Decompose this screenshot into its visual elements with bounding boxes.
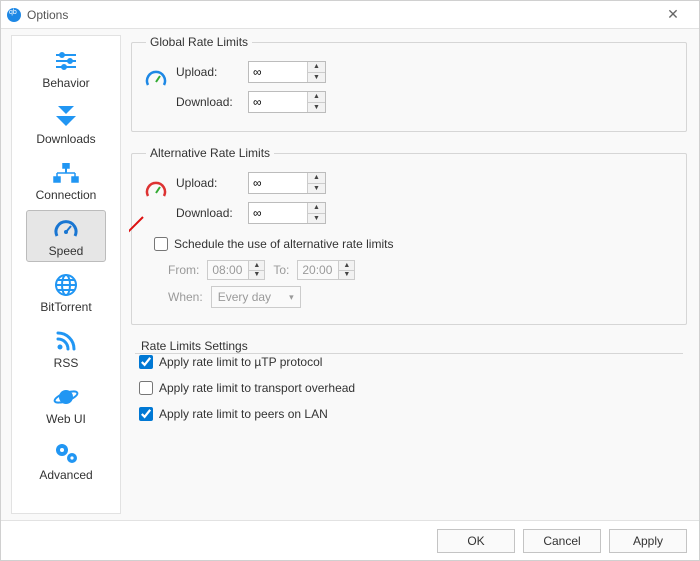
group-alternative-rate-limits: Alternative Rate Limits Upload: ▲▼ <box>131 146 687 325</box>
ok-button[interactable]: OK <box>437 529 515 553</box>
cancel-button[interactable]: Cancel <box>523 529 601 553</box>
close-button[interactable]: ✕ <box>653 6 693 23</box>
gauge-blue-icon <box>144 57 168 101</box>
utp-checkbox[interactable] <box>139 355 153 369</box>
alt-upload-value[interactable] <box>249 173 307 193</box>
spin-down-icon[interactable]: ▼ <box>308 184 325 194</box>
planet-icon <box>53 384 79 410</box>
upload-label: Upload: <box>176 176 248 190</box>
spin-down-icon[interactable]: ▼ <box>308 73 325 83</box>
spin-up-icon[interactable]: ▲ <box>308 173 325 184</box>
schedule-checkbox[interactable] <box>154 237 168 251</box>
body: Behavior Downloads Connection Speed <box>1 29 699 520</box>
to-time-input: ▲▼ <box>297 260 355 280</box>
download-label: Download: <box>176 95 248 109</box>
global-download-input[interactable]: ▲▼ <box>248 91 326 113</box>
overhead-checkbox[interactable] <box>139 381 153 395</box>
apply-button[interactable]: Apply <box>609 529 687 553</box>
sidebar-item-label: Advanced <box>39 468 92 482</box>
spin-up-icon[interactable]: ▲ <box>308 203 325 214</box>
titlebar: Options ✕ <box>1 1 699 29</box>
sidebar-item-label: Web UI <box>46 412 86 426</box>
sidebar-item-label: Speed <box>49 244 84 258</box>
schedule-label: Schedule the use of alternative rate lim… <box>174 237 393 251</box>
lan-checkbox[interactable] <box>139 407 153 421</box>
sidebar-item-advanced[interactable]: Advanced <box>26 434 106 486</box>
sidebar: Behavior Downloads Connection Speed <box>11 35 121 514</box>
sidebar-item-rss[interactable]: RSS <box>26 322 106 374</box>
group-rate-limits-settings: Rate Limits Settings Apply rate limit to… <box>131 339 687 430</box>
options-window: Options ✕ Behavior Downloads Con <box>0 0 700 561</box>
window-title: Options <box>27 8 653 22</box>
sidebar-item-label: BitTorrent <box>40 300 91 314</box>
sliders-icon <box>54 48 78 74</box>
alt-download-input[interactable]: ▲▼ <box>248 202 326 224</box>
download-icon <box>54 104 78 130</box>
gauge-red-icon <box>144 168 168 212</box>
rss-icon <box>55 328 77 354</box>
spin-up-icon: ▲ <box>249 261 264 271</box>
global-download-value[interactable] <box>249 92 307 112</box>
group-legend: Rate Limits Settings <box>137 339 252 353</box>
speedometer-icon <box>54 216 78 242</box>
app-icon <box>7 8 21 22</box>
sidebar-item-behavior[interactable]: Behavior <box>26 42 106 94</box>
lan-label: Apply rate limit to peers on LAN <box>159 407 328 421</box>
overhead-label: Apply rate limit to transport overhead <box>159 381 355 395</box>
group-legend: Alternative Rate Limits <box>146 146 274 160</box>
spin-down-icon: ▼ <box>249 271 264 280</box>
footer: OK Cancel Apply <box>1 520 699 560</box>
alt-upload-input[interactable]: ▲▼ <box>248 172 326 194</box>
sidebar-item-webui[interactable]: Web UI <box>26 378 106 430</box>
to-label: To: <box>273 263 289 277</box>
sidebar-item-connection[interactable]: Connection <box>26 154 106 206</box>
group-global-rate-limits: Global Rate Limits Upload: ▲▼ <box>131 35 687 132</box>
from-time-input: ▲▼ <box>207 260 265 280</box>
when-value: Every day <box>218 290 271 304</box>
sidebar-item-speed[interactable]: Speed <box>26 210 106 262</box>
sidebar-item-label: Downloads <box>36 132 95 146</box>
sidebar-item-label: RSS <box>54 356 79 370</box>
download-label: Download: <box>176 206 248 220</box>
network-icon <box>53 160 79 186</box>
upload-label: Upload: <box>176 65 248 79</box>
speed-panel: Global Rate Limits Upload: ▲▼ <box>129 35 689 514</box>
globe-icon <box>54 272 78 298</box>
spin-down-icon[interactable]: ▼ <box>308 214 325 224</box>
chevron-down-icon: ▾ <box>289 292 294 303</box>
from-label: From: <box>168 263 199 277</box>
sidebar-item-downloads[interactable]: Downloads <box>26 98 106 150</box>
when-select: Every day ▾ <box>211 286 301 308</box>
spin-up-icon[interactable]: ▲ <box>308 62 325 73</box>
spin-up-icon[interactable]: ▲ <box>308 92 325 103</box>
when-label: When: <box>168 290 203 304</box>
spin-up-icon: ▲ <box>339 261 354 271</box>
utp-label: Apply rate limit to µTP protocol <box>159 355 322 369</box>
sidebar-item-label: Connection <box>36 188 97 202</box>
alt-download-value[interactable] <box>249 203 307 223</box>
sidebar-item-label: Behavior <box>42 76 89 90</box>
spin-down-icon[interactable]: ▼ <box>308 103 325 113</box>
spin-down-icon: ▼ <box>339 271 354 280</box>
global-upload-input[interactable]: ▲▼ <box>248 61 326 83</box>
global-upload-value[interactable] <box>249 62 307 82</box>
from-time-value <box>208 261 248 279</box>
sidebar-item-bittorrent[interactable]: BitTorrent <box>26 266 106 318</box>
group-legend: Global Rate Limits <box>146 35 252 49</box>
to-time-value <box>298 261 338 279</box>
gears-icon <box>53 440 79 466</box>
